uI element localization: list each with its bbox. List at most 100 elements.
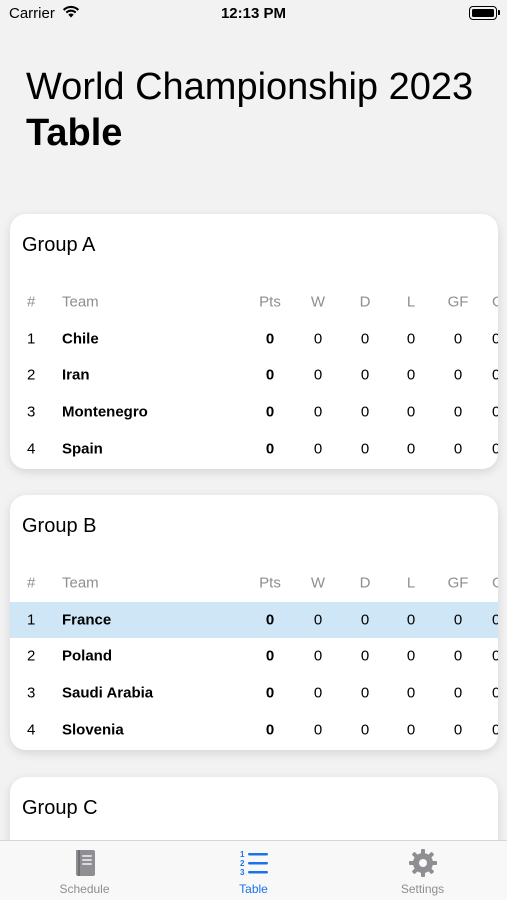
cell-pts: 0	[265, 684, 275, 702]
standings-table: # Team Pts W D L GF GA 1 France 0 0 0 0 0 0 2 Poland 0 0 0 0 0…	[10, 565, 498, 748]
cell-d: 0	[360, 330, 370, 348]
tab-label: Table	[239, 882, 268, 896]
cell-ga: 0	[492, 403, 498, 421]
cell-d: 0	[360, 611, 370, 629]
group-card: Group A # Team Pts W D L GF GA 1 Chile 0 0 0 0 0 0 2 Iran 0…	[10, 214, 498, 469]
column-header: D	[359, 293, 371, 311]
table-row[interactable]: 3 Saudi Arabia 0 0 0 0 0 0	[10, 675, 498, 712]
svg-text:2: 2	[240, 859, 245, 868]
cell-pts: 0	[265, 440, 275, 458]
column-header: GA	[492, 574, 498, 592]
cell-ga: 0	[492, 366, 498, 384]
numbered-list-icon: 1 2 3	[238, 847, 270, 879]
cell-l: 0	[406, 403, 416, 421]
cell-team: Saudi Arabia	[62, 684, 154, 702]
column-header: GF	[447, 293, 469, 311]
column-header: W	[310, 293, 326, 311]
cell-team: Slovenia	[62, 721, 124, 739]
standings-table: # Team Pts W D L GF GA 1 Chile 0 0 0 0 0 0 2 Iran 0 0 0 0 0 0 3 M…	[10, 284, 498, 467]
column-header: D	[359, 574, 371, 592]
cell-w: 0	[313, 440, 323, 458]
clock: 12:13 PM	[220, 5, 287, 22]
svg-text:3: 3	[240, 868, 245, 877]
table-row[interactable]: 1 Chile 0 0 0 0 0 0	[10, 321, 498, 358]
column-header: GF	[447, 574, 469, 592]
cell-gf: 0	[453, 684, 463, 702]
cell-team: Montenegro	[62, 403, 148, 421]
cell-w: 0	[313, 647, 323, 665]
column-header: Pts	[259, 293, 281, 311]
table-row[interactable]: 4 Spain 0 0 0 0 0 0	[10, 430, 498, 467]
column-header: W	[310, 574, 326, 592]
cell-l: 0	[406, 330, 416, 348]
cell-ga: 0	[492, 684, 498, 702]
cell-d: 0	[360, 366, 370, 384]
group-title: Group A	[22, 234, 96, 256]
tab-label: Schedule	[59, 882, 110, 896]
cell-ga: 0	[492, 611, 498, 629]
cell-w: 0	[313, 684, 323, 702]
cell-gf: 0	[453, 440, 463, 458]
cell-team: Spain	[62, 440, 103, 458]
cell-gf: 0	[453, 647, 463, 665]
cell-l: 0	[406, 611, 416, 629]
column-header: GA	[492, 293, 498, 311]
cell-pts: 0	[265, 403, 275, 421]
column-header: #	[27, 574, 36, 592]
cell-rank: 2	[27, 366, 36, 384]
cell-pts: 0	[265, 721, 275, 739]
cell-l: 0	[406, 366, 416, 384]
cell-ga: 0	[492, 721, 498, 739]
cell-l: 0	[406, 440, 416, 458]
cell-gf: 0	[453, 330, 463, 348]
cell-gf: 0	[453, 611, 463, 629]
svg-text:1: 1	[240, 850, 245, 859]
cell-pts: 0	[265, 330, 275, 348]
column-header: Pts	[259, 574, 281, 592]
tab-label: Settings	[400, 882, 445, 896]
cell-l: 0	[406, 647, 416, 665]
tab-settings[interactable]: Settings	[338, 847, 507, 896]
cell-d: 0	[360, 403, 370, 421]
cell-rank: 3	[27, 684, 36, 702]
cell-pts: 0	[265, 647, 275, 665]
table-header-row: # Team Pts W D L GF GA	[10, 284, 498, 321]
cell-w: 0	[313, 366, 323, 384]
tab-table[interactable]: 1 2 3 Table	[169, 847, 338, 896]
battery-icon	[469, 6, 500, 20]
table-row[interactable]: 4 Slovenia 0 0 0 0 0 0	[10, 711, 498, 748]
cell-l: 0	[406, 721, 416, 739]
table-row[interactable]: 3 Montenegro 0 0 0 0 0 0	[10, 394, 498, 431]
cell-team: Chile	[62, 330, 99, 348]
table-row[interactable]: 2 Poland 0 0 0 0 0 0	[10, 638, 498, 675]
cell-ga: 0	[492, 647, 498, 665]
cell-rank: 2	[27, 647, 36, 665]
cell-pts: 0	[265, 611, 275, 629]
column-header: L	[406, 574, 416, 592]
column-header: Team	[62, 574, 99, 592]
cell-gf: 0	[453, 403, 463, 421]
tab-bar: Schedule 1 2 3 Table Settings	[0, 840, 507, 900]
page-header: World Championship 2023 Table	[26, 64, 507, 156]
cell-l: 0	[406, 684, 416, 702]
column-header: L	[406, 293, 416, 311]
cell-gf: 0	[453, 721, 463, 739]
table-row[interactable]: 2 Iran 0 0 0 0 0 0	[10, 357, 498, 394]
cell-w: 0	[313, 330, 323, 348]
cell-rank: 4	[27, 721, 36, 739]
cell-d: 0	[360, 647, 370, 665]
cell-ga: 0	[492, 330, 498, 348]
cell-d: 0	[360, 721, 370, 739]
cell-w: 0	[313, 403, 323, 421]
cell-d: 0	[360, 684, 370, 702]
cell-rank: 1	[27, 611, 36, 629]
cell-w: 0	[313, 611, 323, 629]
status-bar: Carrier 12:13 PM	[0, 0, 507, 28]
column-header: #	[27, 293, 36, 311]
cell-d: 0	[360, 440, 370, 458]
gear-icon	[407, 847, 439, 879]
tab-schedule[interactable]: Schedule	[0, 847, 169, 896]
cell-pts: 0	[265, 366, 275, 384]
table-row[interactable]: 1 France 0 0 0 0 0 0	[10, 601, 498, 639]
page-title: Table	[26, 112, 123, 154]
